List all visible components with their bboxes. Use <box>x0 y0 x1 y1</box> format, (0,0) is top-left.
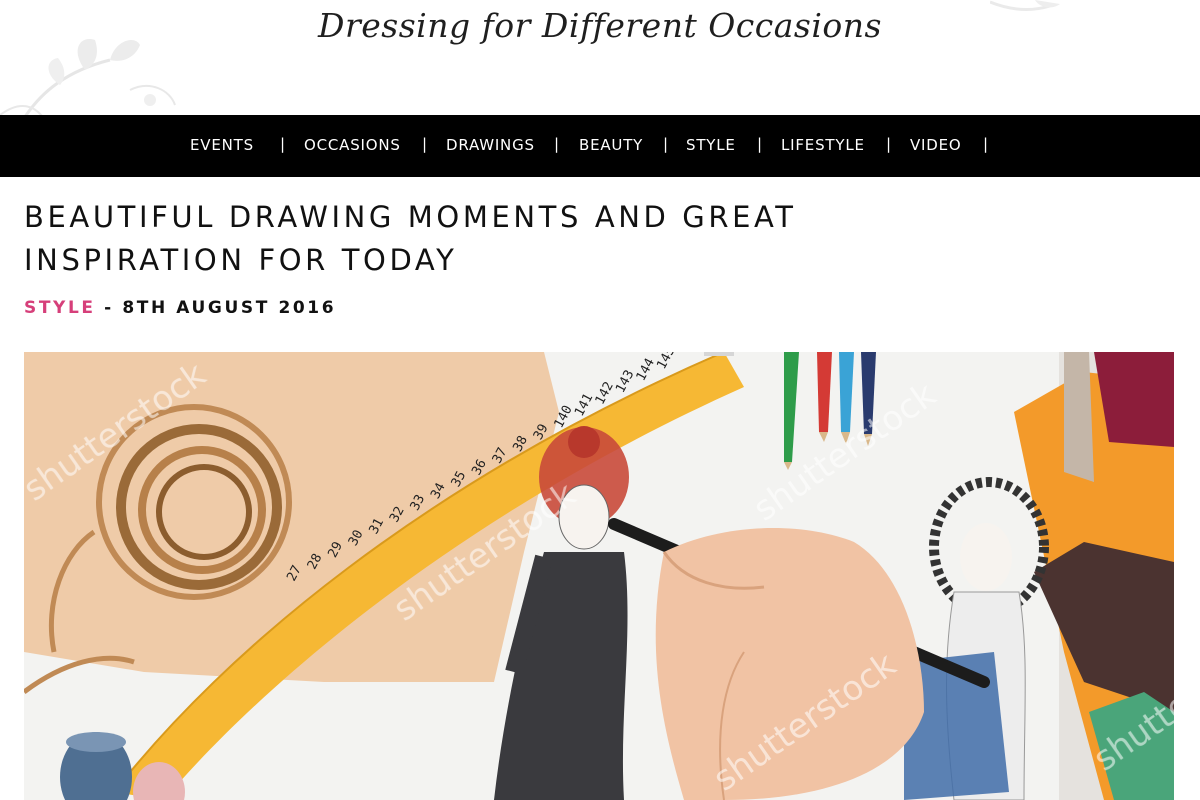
nav-item-occasions[interactable]: OCCASIONS <box>304 134 401 156</box>
nav-separator: | <box>886 135 892 153</box>
nav-separator: | <box>554 135 560 153</box>
nav-item-lifestyle[interactable]: LIFESTYLE <box>781 134 865 156</box>
hero-image[interactable]: 27 28 29 30 31 32 33 34 35 36 37 38 39 140 141 142 143 14… <box>24 352 1174 800</box>
nav-item-video[interactable]: VIDEO <box>910 134 962 156</box>
article-meta: STYLE - 8TH AUGUST 2016 <box>24 298 336 318</box>
article-title[interactable]: BEAUTIFUL DRAWING MOMENTS AND GREAT INSP… <box>24 196 884 282</box>
main-nav: EVENTS | OCCASIONS | DRAWINGS | BEAUTY |… <box>0 115 1200 177</box>
article-title-line: INSPIRATION FOR TODAY <box>24 243 458 277</box>
nav-item-drawings[interactable]: DRAWINGS <box>446 134 535 156</box>
post-date: 8TH AUGUST 2016 <box>122 298 337 318</box>
nav-item-events[interactable]: EVENTS <box>190 134 254 156</box>
watermark-mark <box>704 352 734 356</box>
article-title-line: BEAUTIFUL DRAWING MOMENTS AND GREAT <box>24 200 797 234</box>
site-header: Dressing for Different Occasions <box>0 0 1200 115</box>
nav-separator: | <box>422 135 428 153</box>
nav-separator: | <box>757 135 763 153</box>
nav-separator: | <box>983 135 989 153</box>
meta-separator: - <box>104 298 114 318</box>
site-title[interactable]: Dressing for Different Occasions <box>0 6 1200 45</box>
nav-separator: | <box>663 135 669 153</box>
category-link[interactable]: STYLE <box>24 298 96 318</box>
nav-item-style[interactable]: STYLE <box>686 134 736 156</box>
nav-separator: | <box>280 135 286 153</box>
hero-illustration: 2728293031323334353637383914014114214314… <box>24 352 1174 800</box>
nav-item-beauty[interactable]: BEAUTY <box>579 134 643 156</box>
